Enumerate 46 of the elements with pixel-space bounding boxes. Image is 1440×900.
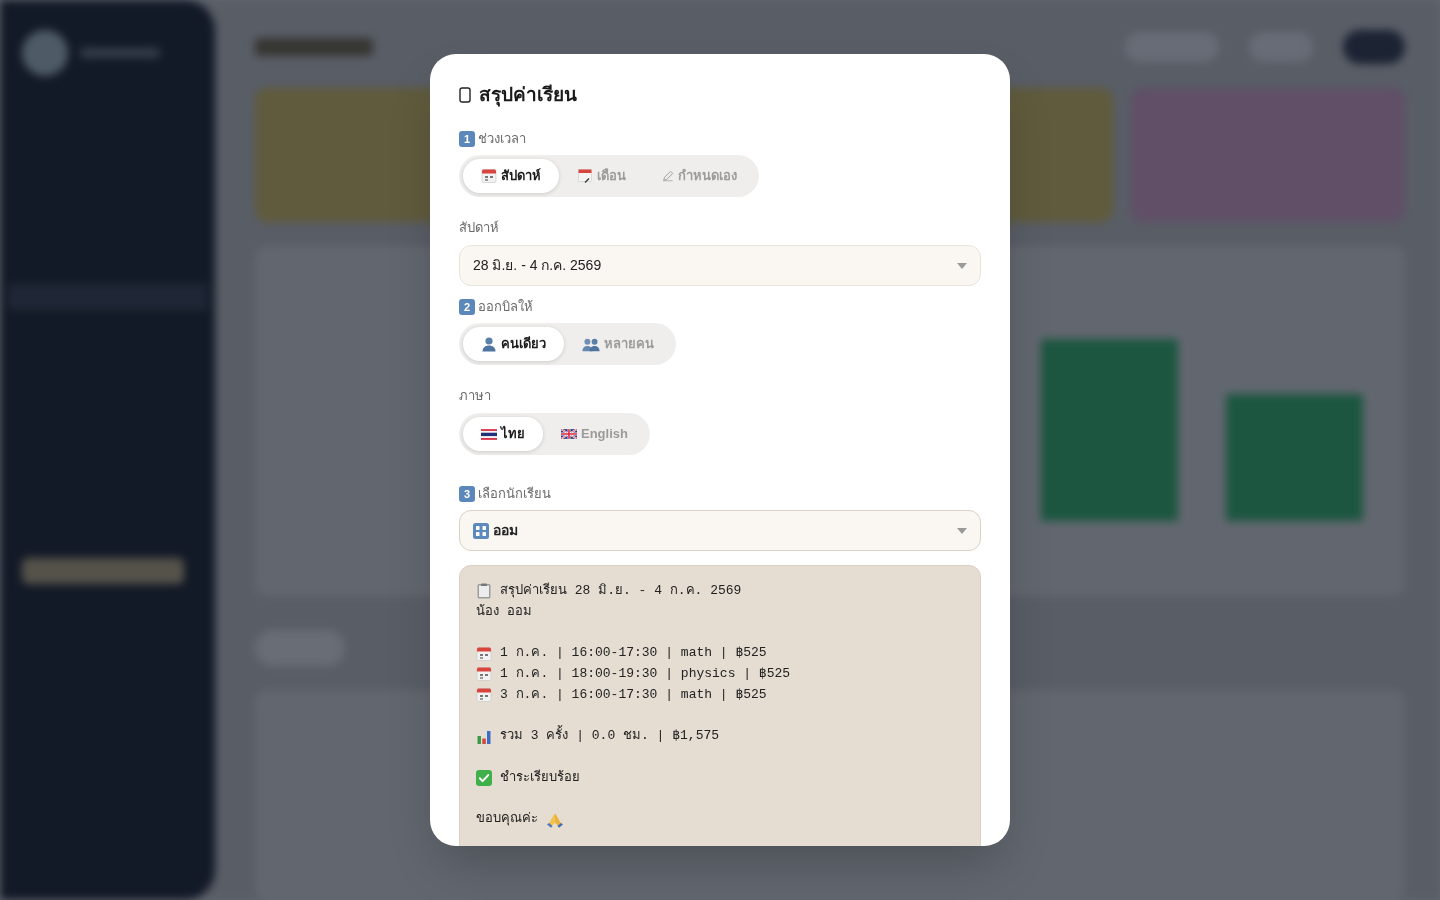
summary-line: รวม 3 ครั้ง | 0.0 ชม. | ฿1,575 <box>500 726 720 747</box>
numbers-tile-icon <box>473 522 489 539</box>
clipboard-icon <box>476 583 492 600</box>
sidebar-button[interactable] <box>22 558 184 584</box>
summary-line: ชำระเรียบร้อย <box>500 768 580 787</box>
summary-line: น้อง ออม <box>476 602 532 621</box>
summary-line: 3 ก.ค. | 16:00-17:30 | math | ฿525 <box>500 685 767 704</box>
phone-icon <box>459 87 471 103</box>
calendar-icon <box>476 666 492 683</box>
person-icon <box>481 336 497 352</box>
flag-icon <box>561 429 577 439</box>
summary-line: ขอบคุณค่ะ <box>476 810 538 829</box>
select-value: 28 มิ.ย. - 4 ก.ค. 2569 <box>473 256 602 275</box>
step-number: 3 <box>459 486 475 502</box>
calendar-icon <box>481 168 497 184</box>
calendar-icon <box>476 645 492 662</box>
header-button[interactable] <box>1343 30 1405 64</box>
logo-icon <box>22 30 68 76</box>
field-label: ออกบิลให้ <box>478 299 533 315</box>
calendar-icon <box>476 687 492 704</box>
caret-icon <box>957 527 967 534</box>
field-label: เลือกนักเรียน <box>478 486 551 502</box>
student-select[interactable]: ออม <box>459 510 981 551</box>
flag-icon <box>481 428 497 440</box>
step-number: 1 <box>459 131 475 147</box>
week-select[interactable]: 28 มิ.ย. - 4 ก.ค. 2569 <box>459 245 981 286</box>
summary-line: 1 ก.ค. | 18:00-19:30 | physics | ฿525 <box>500 665 791 683</box>
segment-tab[interactable]: สัปดาห์ <box>463 159 559 193</box>
bar-chart-icon <box>476 728 492 745</box>
field-label: สัปดาห์ <box>459 220 499 236</box>
field-label: ช่วงเวลา <box>478 131 526 147</box>
step-number: 2 <box>459 299 475 315</box>
pencil-icon <box>662 170 674 182</box>
select-value: ออม <box>493 521 518 540</box>
calendar-page-icon <box>577 168 593 184</box>
field-label: ภาษา <box>459 388 491 404</box>
summary-line: สรุปค่าเรียน 28 มิ.ย. - 4 ก.ค. 2569 <box>500 581 742 600</box>
segment-tab[interactable]: ไทย <box>463 417 543 451</box>
segment-tab[interactable]: คนเดียว <box>463 327 564 361</box>
summary-text-area[interactable] <box>459 565 981 846</box>
caret-icon <box>957 262 967 269</box>
folded-hands-icon <box>546 811 564 828</box>
check-box-icon <box>476 770 492 787</box>
summary-line: 1 ก.ค. | 16:00-17:30 | math | ฿525 <box>500 644 767 663</box>
dialog-title: สรุปค่าเรียน <box>479 82 577 109</box>
people-icon <box>582 336 600 352</box>
